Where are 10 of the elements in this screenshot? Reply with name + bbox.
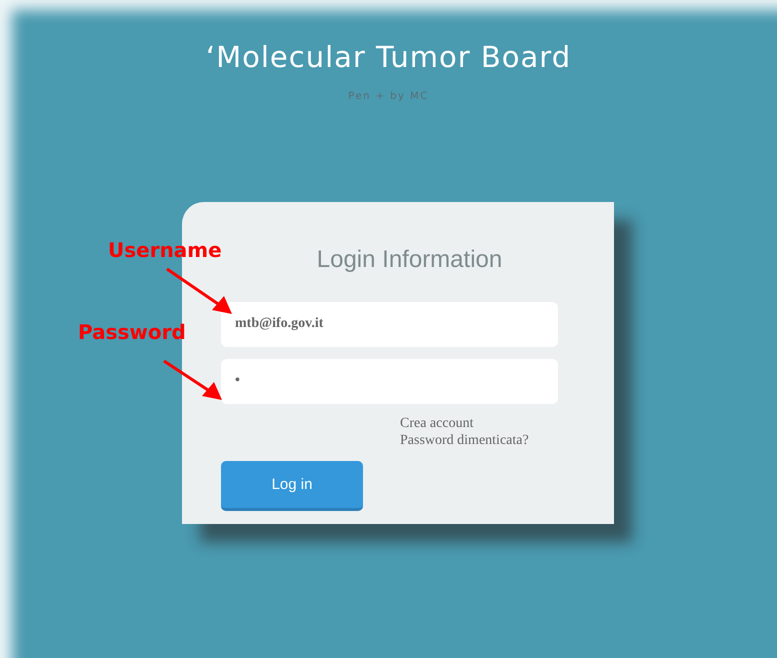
app-title: ‘Molecular Tumor Board <box>204 39 572 75</box>
account-link[interactable]: Crea account <box>400 416 474 433</box>
annotation-arrow <box>163 360 222 400</box>
account-link[interactable]: Password dimenticata? <box>400 432 529 450</box>
annotation-arrow <box>166 268 232 314</box>
login-button[interactable]: Log in <box>221 461 363 512</box>
username-field[interactable]: mtb@ifo.gov.it <box>221 302 558 347</box>
password-field[interactable]: • <box>221 358 558 404</box>
login-heading: Login Information <box>316 244 504 275</box>
app-subtitle: Pen + by MC <box>347 90 430 104</box>
